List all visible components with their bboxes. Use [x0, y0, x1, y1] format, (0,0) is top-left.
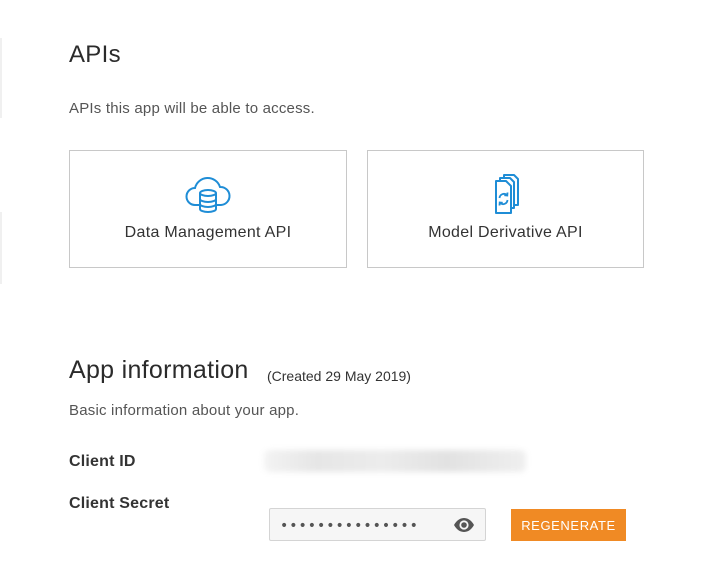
left-edge-divider	[0, 212, 2, 284]
data-management-api-card[interactable]: Data Management API	[69, 150, 347, 268]
regenerate-button[interactable]: REGENERATE	[511, 509, 626, 541]
left-edge-divider	[0, 38, 2, 118]
app-information-description: Basic information about your app.	[69, 402, 300, 419]
client-secret-input[interactable]	[278, 515, 452, 537]
data-management-api-label: Data Management API	[124, 224, 292, 241]
documents-sync-icon	[494, 174, 519, 214]
model-derivative-api-card[interactable]: Model Derivative API	[367, 150, 644, 268]
client-secret-field[interactable]	[269, 508, 486, 541]
apis-description: APIs this app will be able to access.	[69, 100, 315, 117]
app-information-heading: App information	[69, 356, 249, 384]
client-secret-label: Client Secret	[69, 495, 170, 512]
apis-heading: APIs	[69, 41, 121, 68]
cloud-database-icon	[185, 177, 231, 213]
eye-icon[interactable]	[453, 517, 475, 533]
created-date: (Created 29 May 2019)	[267, 368, 411, 384]
client-id-label: Client ID	[69, 453, 136, 470]
model-derivative-api-label: Model Derivative API	[428, 224, 583, 241]
client-id-value-redacted	[264, 450, 526, 472]
